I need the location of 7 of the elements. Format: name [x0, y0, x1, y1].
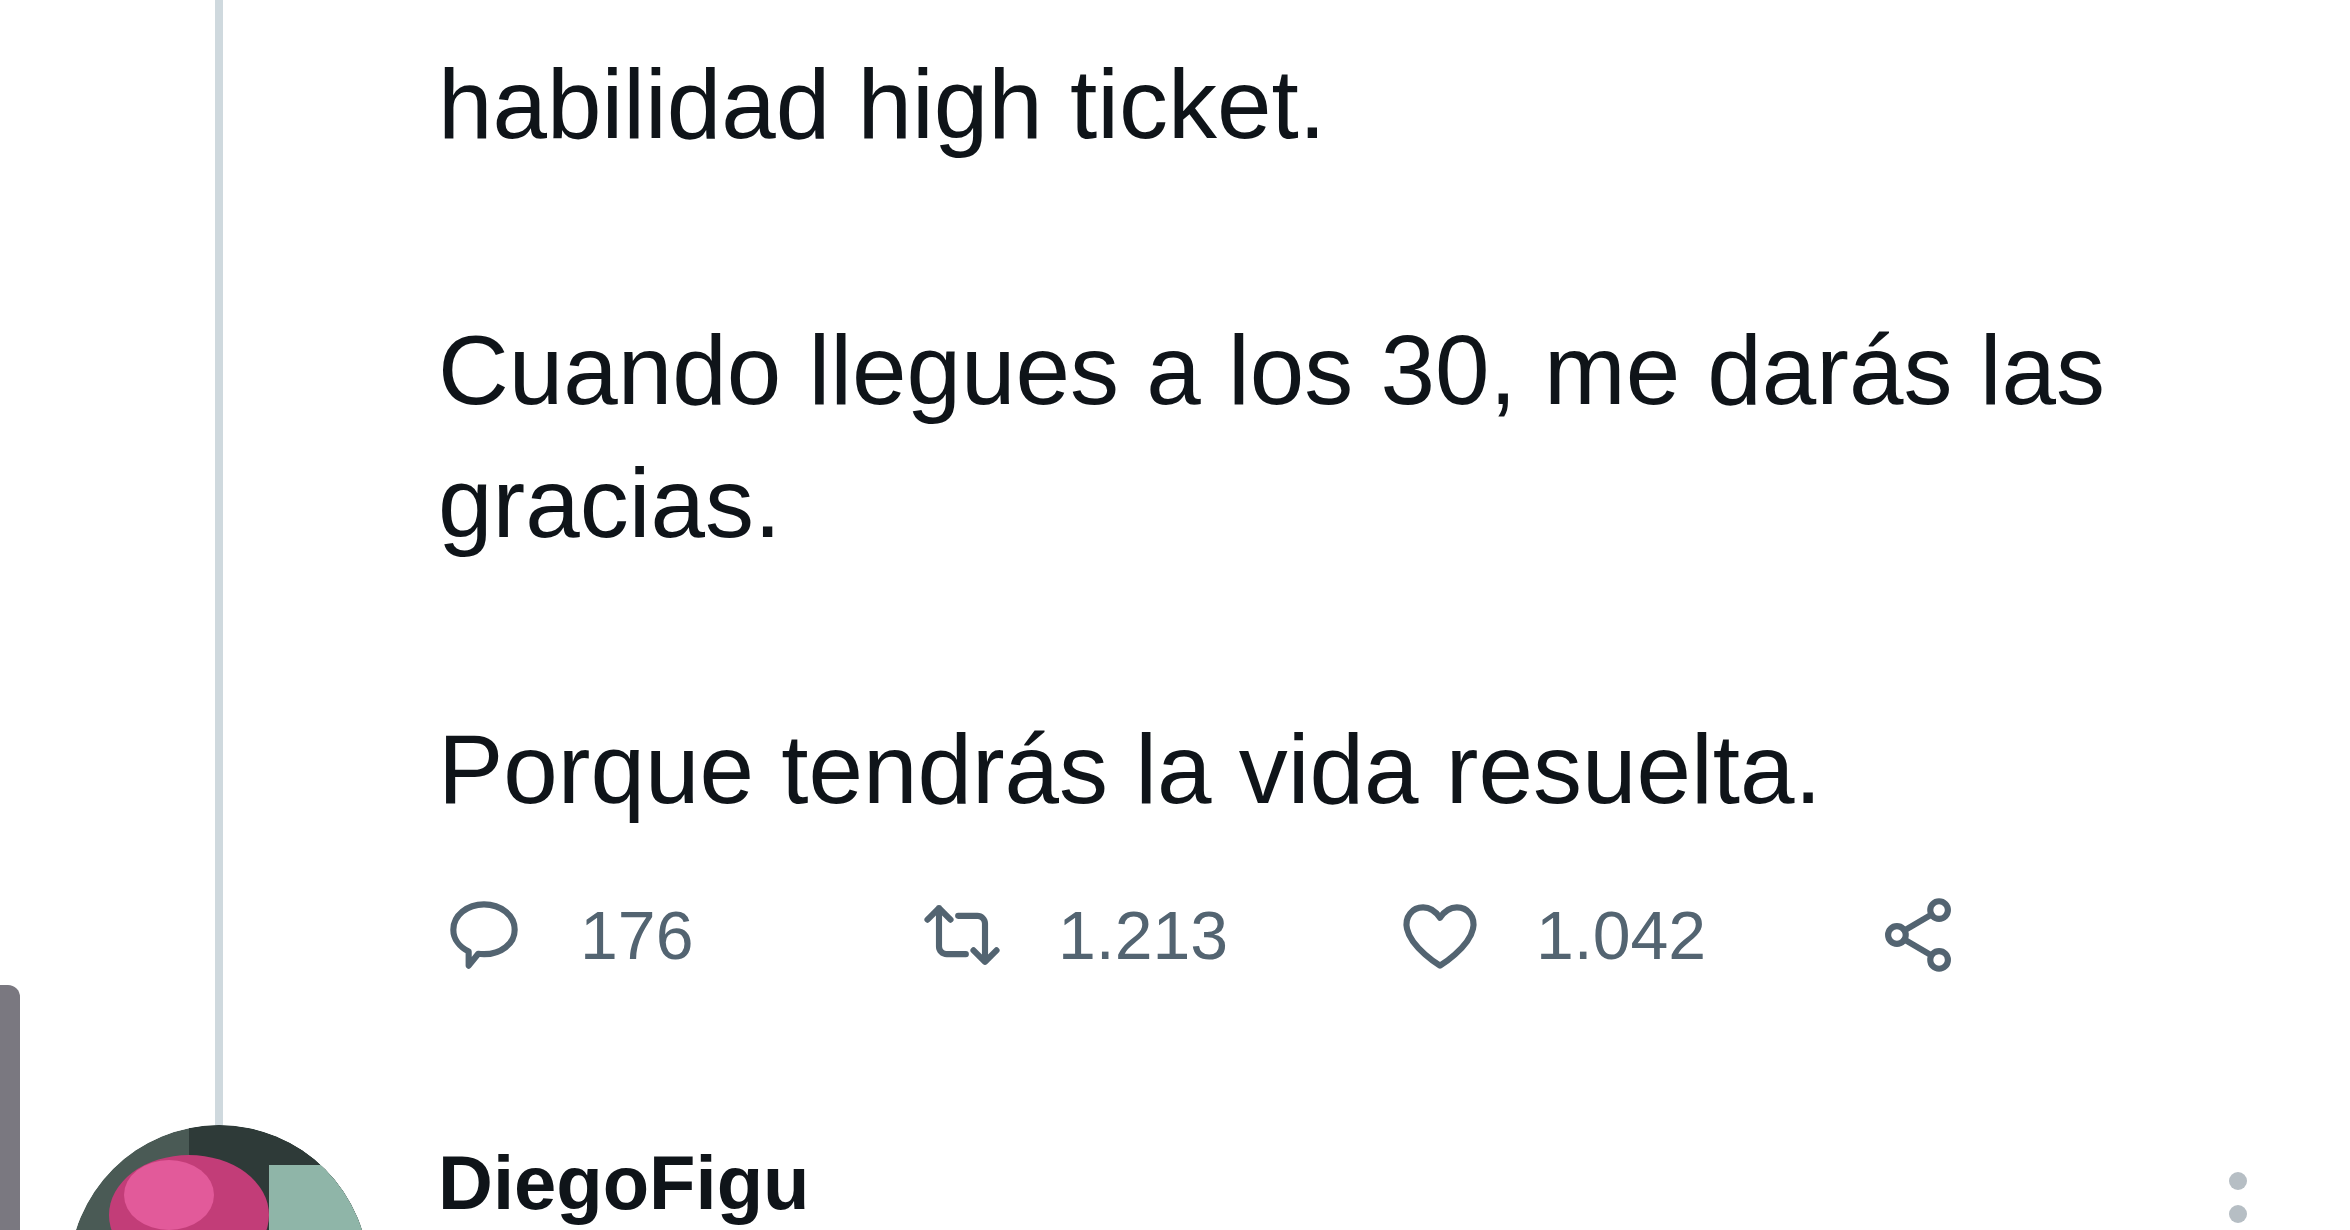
- tweet-text: Porque tendrás la vida resuelta.: [438, 713, 1823, 826]
- reply-button[interactable]: 176: [438, 884, 916, 986]
- tweet-text: habilidad high ticket.: [438, 48, 1328, 161]
- author-name[interactable]: DiegoFigu: [438, 1139, 810, 1227]
- tweet-text: Cuando llegues a los 30, me darás las gracias.: [438, 314, 2106, 560]
- like-button[interactable]: 1.042: [1394, 884, 1872, 986]
- retweet-button[interactable]: 1.213: [916, 884, 1394, 986]
